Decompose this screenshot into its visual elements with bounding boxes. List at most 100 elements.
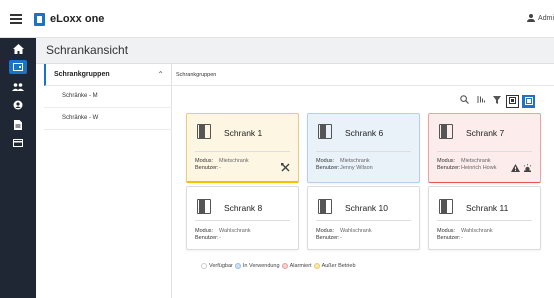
legend-item-alarm: Alarmiert bbox=[281, 263, 312, 269]
legend-swatch bbox=[281, 263, 288, 269]
benutzer-value: - bbox=[340, 235, 342, 241]
locker-name: Schrank 6 bbox=[345, 128, 384, 138]
eloxx-logo-icon bbox=[34, 13, 45, 26]
locker-group-label: Schränke - M bbox=[62, 93, 98, 99]
benutzer-label: Benutzer: bbox=[316, 235, 340, 241]
locker-meta: Modus: Wahlschrank Benutzer:- bbox=[316, 228, 372, 242]
modus-label: Modus: bbox=[437, 158, 456, 164]
sort-icon[interactable] bbox=[474, 95, 487, 108]
modus-value: Mietschrank bbox=[340, 158, 370, 164]
locker-meta: Modus: Wahlschrank Benutzer:- bbox=[195, 228, 251, 242]
page-title: Schrankansicht bbox=[46, 43, 129, 57]
benutzer-value: - bbox=[219, 165, 221, 171]
nav-users-icon[interactable] bbox=[9, 80, 27, 94]
locker-card[interactable]: Schrank 6 Modus: Mietschrank Benutzer:Jen… bbox=[307, 113, 420, 183]
modus-label: Modus: bbox=[316, 228, 335, 234]
locker-meta: Modus: Mietschrank Benutzer:Jenny Wilson bbox=[316, 158, 373, 172]
tools-icon[interactable] bbox=[281, 163, 290, 174]
user-label: Admi bbox=[538, 14, 554, 22]
nav-user-badge-icon[interactable] bbox=[9, 98, 27, 112]
user-menu[interactable]: Admi bbox=[527, 14, 554, 22]
locker-name: Schrank 11 bbox=[466, 203, 509, 213]
benutzer-value: - bbox=[219, 235, 221, 241]
locker-group-item[interactable]: Schränke - M bbox=[44, 86, 172, 108]
legend-item-out-of-service: Außer Betrieb bbox=[313, 263, 356, 269]
nav-document-icon[interactable] bbox=[9, 118, 27, 132]
locker-door-icon bbox=[197, 124, 211, 139]
legend-label: Außer Betrieb bbox=[321, 263, 356, 269]
locker-name: Schrank 7 bbox=[466, 128, 505, 138]
locker-groups-panel: Schrankgruppen ⌃ Schränke - M Schränke -… bbox=[44, 64, 172, 298]
nav-home-icon[interactable] bbox=[9, 42, 27, 56]
locker-door-icon bbox=[197, 199, 211, 214]
modus-value: Mietschrank bbox=[219, 158, 249, 164]
left-nav bbox=[0, 38, 36, 298]
modus-label: Modus: bbox=[195, 158, 214, 164]
app-title: eLoxx one bbox=[50, 13, 105, 25]
locker-meta: Modus: Wahlschrank Benutzer:- bbox=[437, 228, 493, 242]
locker-door-icon bbox=[439, 199, 453, 214]
view-large-icon[interactable] bbox=[522, 94, 535, 108]
chevron-up-icon[interactable]: ⌃ bbox=[157, 70, 164, 79]
card-divider bbox=[316, 151, 411, 152]
menu-icon[interactable] bbox=[10, 14, 22, 24]
nav-card-icon[interactable] bbox=[9, 136, 27, 150]
benutzer-label: Benutzer: bbox=[316, 165, 340, 171]
benutzer-value: Heinrich Howk bbox=[461, 165, 497, 171]
benutzer-label: Benutzer: bbox=[195, 165, 219, 171]
filter-icon[interactable] bbox=[490, 95, 503, 108]
search-icon[interactable] bbox=[458, 94, 471, 108]
locker-name: Schrank 10 bbox=[345, 203, 388, 213]
benutzer-label: Benutzer: bbox=[437, 165, 461, 171]
benutzer-value: Jenny Wilson bbox=[340, 165, 373, 171]
legend-swatch bbox=[234, 263, 241, 269]
legend-label: In Verwendung bbox=[242, 263, 280, 269]
locker-door-icon bbox=[318, 199, 332, 214]
locker-toolbar bbox=[458, 94, 535, 108]
modus-label: Modus: bbox=[437, 228, 456, 234]
card-divider bbox=[195, 151, 290, 152]
top-bar: eLoxx one Admi bbox=[0, 0, 554, 38]
breadcrumb[interactable]: Schrankgruppen bbox=[176, 72, 216, 78]
locker-card[interactable]: Schrank 10 Modus: Wahlschrank Benutzer:- bbox=[307, 186, 420, 250]
locker-card[interactable]: Schrank 8 Modus: Wahlschrank Benutzer:- bbox=[186, 186, 299, 250]
legend-swatch bbox=[201, 263, 207, 269]
legend-label: Verfügbar bbox=[209, 263, 233, 269]
locker-card[interactable]: Schrank 1 Modus: Mietschrank Benutzer:- bbox=[186, 113, 299, 183]
nav-locker-icon[interactable] bbox=[9, 60, 27, 74]
locker-card[interactable]: Schrank 11 Modus: Wahlschrank Benutzer:- bbox=[428, 186, 541, 250]
modus-value: Mietschrank bbox=[461, 158, 491, 164]
locker-door-icon bbox=[318, 124, 332, 139]
locker-groups-header[interactable]: Schrankgruppen ⌃ bbox=[44, 64, 172, 86]
locker-name: Schrank 1 bbox=[224, 128, 263, 138]
locker-meta: Modus: Mietschrank Benutzer:Heinrich Howk bbox=[437, 158, 496, 172]
breadcrumb-bar: Schrankgruppen bbox=[172, 64, 554, 86]
legend-item-in-use: In Verwendung bbox=[234, 263, 280, 269]
locker-groups-title: Schrankgruppen bbox=[54, 71, 110, 78]
view-small-icon[interactable] bbox=[506, 94, 519, 108]
locker-door-icon bbox=[439, 124, 453, 139]
legend-swatch bbox=[313, 263, 320, 269]
benutzer-label: Benutzer: bbox=[195, 235, 219, 241]
locker-group-label: Schränke - W bbox=[62, 115, 99, 121]
modus-label: Modus: bbox=[316, 158, 335, 164]
locker-meta: Modus: Mietschrank Benutzer:- bbox=[195, 158, 249, 172]
legend-label: Alarmiert bbox=[289, 263, 312, 269]
siren-icon[interactable] bbox=[523, 164, 532, 174]
benutzer-value: - bbox=[461, 235, 463, 241]
modus-value: Wahlschrank bbox=[219, 228, 251, 234]
user-icon bbox=[527, 14, 536, 22]
locker-card[interactable]: Schrank 7 Modus: Mietschrank Benutzer:Hei… bbox=[428, 113, 541, 183]
benutzer-label: Benutzer: bbox=[437, 235, 461, 241]
modus-label: Modus: bbox=[195, 228, 214, 234]
card-divider bbox=[195, 220, 290, 221]
page-header: Schrankansicht bbox=[36, 38, 554, 64]
card-divider bbox=[316, 220, 411, 221]
card-divider bbox=[437, 151, 532, 152]
locker-name: Schrank 8 bbox=[224, 203, 263, 213]
modus-value: Wahlschrank bbox=[340, 228, 372, 234]
modus-value: Wahlschrank bbox=[461, 228, 493, 234]
warning-icon[interactable] bbox=[511, 164, 520, 174]
locker-group-item[interactable]: Schränke - W bbox=[44, 108, 172, 130]
status-legend: Verfügbar In Verwendung Alarmiert Außer … bbox=[201, 261, 356, 271]
